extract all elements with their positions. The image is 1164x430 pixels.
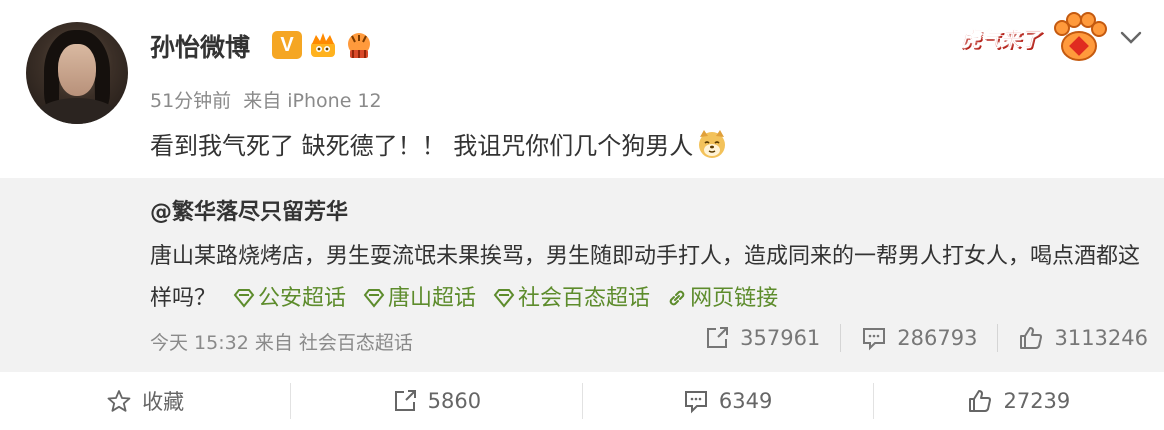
repost-stat-comments[interactable]: 286793 [841, 325, 997, 351]
repost-time[interactable]: 今天 15:32 [150, 332, 249, 354]
comment-button-count: 6349 [718, 389, 773, 413]
favorite-button[interactable]: 收藏 [0, 372, 290, 430]
dog-face-icon [699, 129, 726, 158]
thumbs-up-icon [969, 390, 992, 412]
topic-link[interactable]: 公安超话 [233, 286, 353, 311]
link-icon [669, 290, 685, 306]
topic-link[interactable]: 唐山超话 [363, 286, 483, 311]
paw-icon[interactable] [1048, 10, 1110, 64]
verified-badge-icon[interactable]: V [272, 31, 302, 59]
topic-label: 社会百态超话 [518, 286, 651, 311]
user-badges: V [272, 30, 374, 60]
avatar-face [58, 44, 96, 96]
like-count: 3113246 [1054, 326, 1148, 350]
promo-text[interactable]: 虎气来了 [960, 23, 1041, 52]
repost-count: 357961 [740, 326, 821, 350]
repost-button[interactable]: 5860 [291, 372, 581, 430]
repost-text: 唐山某路烧烤店，男生耍流氓未果挨骂，男生随即动手打人，造成同来的一帮男人打女人，… [150, 236, 1140, 320]
topic-link[interactable]: 社会百态超话 [493, 286, 657, 311]
post-time[interactable]: 51分钟前 [150, 90, 231, 112]
tiger-badge-icon[interactable] [344, 30, 374, 60]
crown-badge-icon[interactable] [308, 30, 338, 60]
post-text-content: 看到我气死了 缺死德了！！ 我诅咒你们几个狗男人 [150, 132, 694, 160]
post-meta: 51分钟前 来自 iPhone 12 [150, 86, 388, 113]
repost-stats: 357961 286793 3113246 [684, 324, 1148, 352]
username[interactable]: 孙怡微博 [150, 28, 250, 64]
share-icon [394, 390, 416, 411]
top-right-area: 虎气来了 [960, 10, 1144, 64]
avatar[interactable] [26, 22, 128, 124]
diamond-icon [363, 289, 385, 308]
like-button-count: 27239 [1003, 389, 1071, 413]
repost-button-count: 5860 [427, 389, 482, 413]
comment-count: 286793 [897, 326, 978, 350]
web-link[interactable]: 网页链接 [667, 286, 778, 311]
topic-label: 公安超话 [258, 286, 347, 311]
action-bar: 收藏 5860 6349 27239 [0, 372, 1164, 430]
favorite-label: 收藏 [142, 390, 185, 414]
repost-source: 来自 社会百态超话 [254, 332, 413, 354]
topic-label: 唐山超话 [388, 286, 477, 311]
repost-card[interactable]: @繁华落尽只留芳华 唐山某路烧烤店，男生耍流氓未果挨骂，男生随即动手打人，造成同… [0, 178, 1164, 372]
repost-stat-reposts[interactable]: 357961 [684, 325, 840, 351]
repost-stat-likes[interactable]: 3113246 [998, 325, 1148, 351]
comment-button[interactable]: 6349 [583, 372, 873, 430]
like-button[interactable]: 27239 [874, 372, 1164, 430]
diamond-icon [493, 289, 515, 308]
diamond-icon [233, 289, 255, 308]
thumbs-up-icon [1020, 327, 1043, 349]
post-source: 来自 iPhone 12 [243, 90, 382, 112]
post-text: 看到我气死了 缺死德了！！ 我诅咒你们几个狗男人 [150, 126, 729, 161]
share-icon [707, 327, 729, 348]
comment-icon [684, 391, 707, 414]
comment-icon [863, 328, 886, 351]
repost-author[interactable]: @繁华落尽只留芳华 [150, 194, 348, 226]
repost-meta: 今天 15:32 来自 社会百态超话 [150, 328, 413, 355]
chevron-down-icon[interactable] [1118, 24, 1144, 50]
star-icon [107, 390, 131, 412]
web-link-label: 网页链接 [690, 286, 779, 311]
